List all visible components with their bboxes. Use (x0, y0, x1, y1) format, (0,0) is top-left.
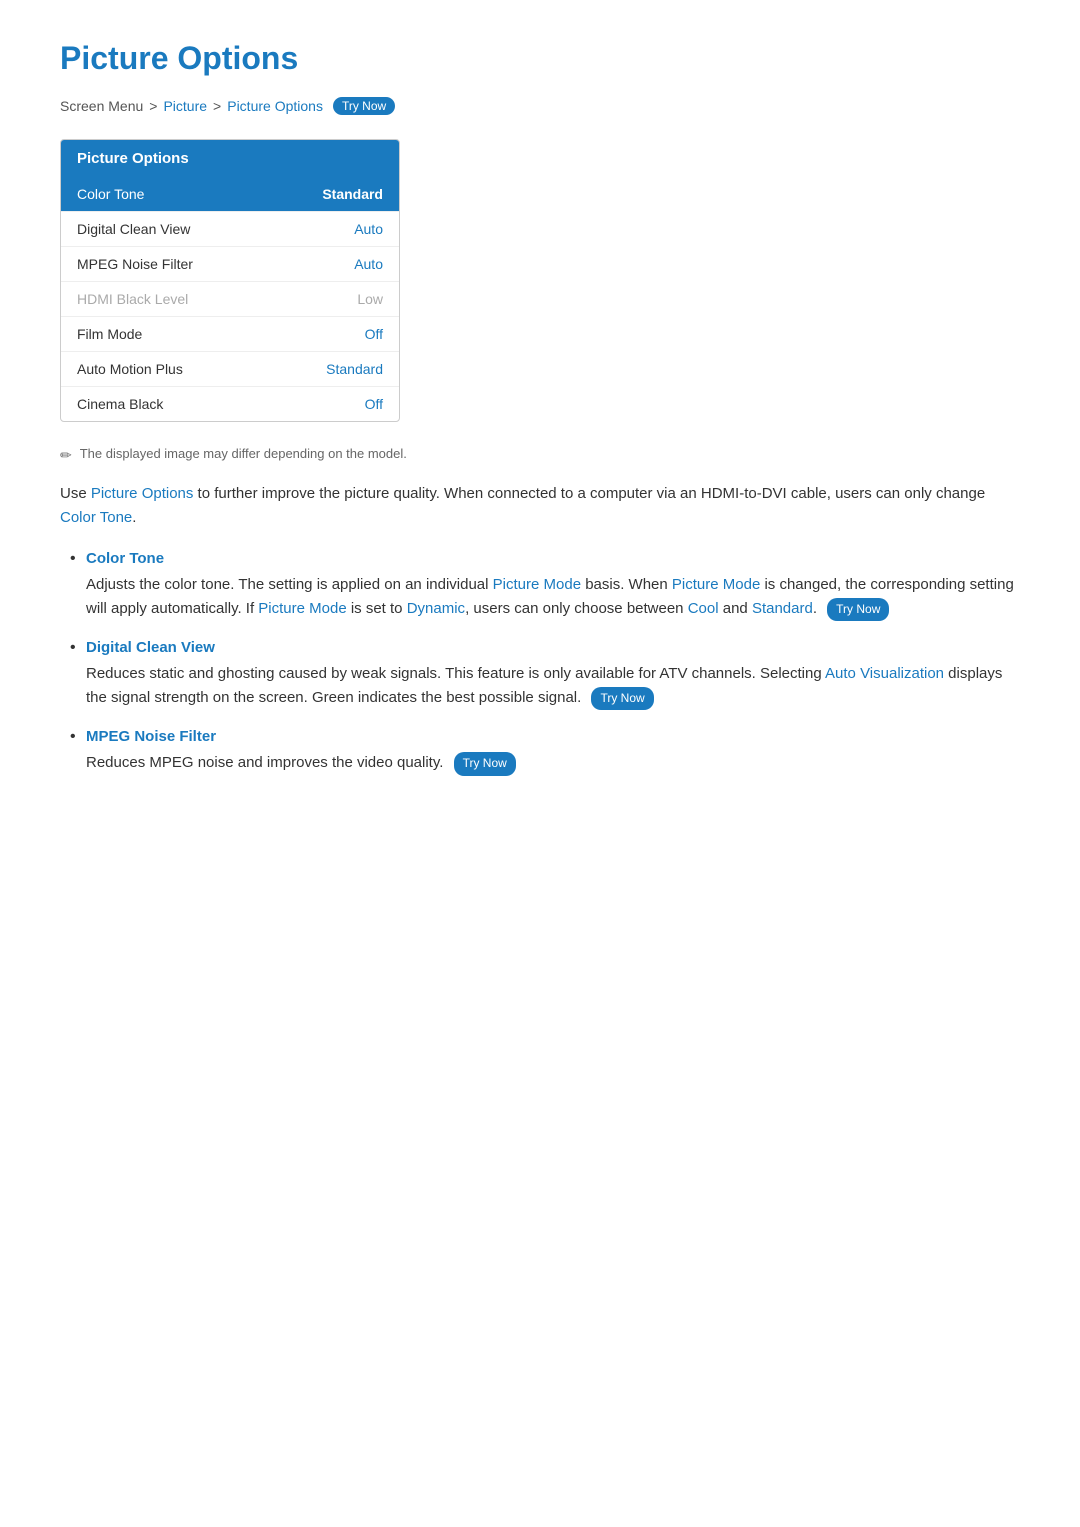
menu-value-auto-motion-plus: Standard (326, 361, 383, 377)
picture-options-menu: Picture Options Color Tone Standard Digi… (60, 139, 400, 422)
link-picture-mode-2[interactable]: Picture Mode (672, 576, 760, 593)
intro-text-1: Use (60, 485, 91, 502)
section-heading-mpeg-noise-filter[interactable]: MPEG Noise Filter (86, 728, 1020, 745)
menu-value-color-tone: Standard (322, 186, 383, 202)
section-text-digital-clean-view: Reduces static and ghosting caused by we… (86, 665, 1002, 706)
try-now-digital-clean-view[interactable]: Try Now (591, 687, 653, 710)
menu-row-mpeg-noise-filter[interactable]: MPEG Noise Filter Auto (61, 247, 399, 282)
menu-value-digital-clean-view: Auto (354, 221, 383, 237)
menu-row-auto-motion-plus[interactable]: Auto Motion Plus Standard (61, 352, 399, 387)
section-text-color-tone: Adjusts the color tone. The setting is a… (86, 576, 1014, 617)
note-text: The displayed image may differ depending… (80, 446, 407, 461)
section-heading-color-tone[interactable]: Color Tone (86, 550, 1020, 567)
menu-row-color-tone[interactable]: Color Tone Standard (61, 177, 399, 212)
breadcrumb-sep-1: > (149, 98, 157, 114)
section-heading-digital-clean-view[interactable]: Digital Clean View (86, 639, 1020, 656)
breadcrumb-sep-2: > (213, 98, 221, 114)
section-mpeg-noise-filter: MPEG Noise Filter Reduces MPEG noise and… (86, 728, 1020, 775)
link-picture-mode-1[interactable]: Picture Mode (493, 576, 581, 593)
menu-value-mpeg-noise-filter: Auto (354, 256, 383, 272)
menu-value-cinema-black: Off (365, 396, 383, 412)
intro-paragraph: Use Picture Options to further improve t… (60, 482, 1020, 530)
menu-header: Picture Options (61, 140, 399, 177)
try-now-color-tone[interactable]: Try Now (827, 598, 889, 621)
intro-link-color-tone[interactable]: Color Tone (60, 509, 132, 526)
intro-text-2: to further improve the picture quality. … (193, 485, 985, 502)
pencil-icon: ✏ (60, 447, 72, 464)
page-title: Picture Options (60, 40, 1020, 77)
section-digital-clean-view: Digital Clean View Reduces static and gh… (86, 639, 1020, 710)
menu-row-cinema-black[interactable]: Cinema Black Off (61, 387, 399, 421)
breadcrumb-screen-menu: Screen Menu (60, 98, 143, 114)
menu-label-color-tone: Color Tone (77, 186, 144, 202)
intro-link-picture-options[interactable]: Picture Options (91, 485, 194, 502)
link-auto-visualization[interactable]: Auto Visualization (825, 665, 944, 682)
note-row: ✏ The displayed image may differ dependi… (60, 446, 1020, 464)
link-dynamic[interactable]: Dynamic (407, 600, 465, 617)
menu-row-hdmi-black-level: HDMI Black Level Low (61, 282, 399, 317)
menu-label-auto-motion-plus: Auto Motion Plus (77, 361, 183, 377)
menu-label-film-mode: Film Mode (77, 326, 142, 342)
link-cool[interactable]: Cool (688, 600, 719, 617)
sections-list: Color Tone Adjusts the color tone. The s… (60, 550, 1020, 776)
link-standard[interactable]: Standard (752, 600, 813, 617)
breadcrumb-picture[interactable]: Picture (163, 98, 207, 114)
intro-text-3: . (132, 509, 136, 526)
menu-label-mpeg-noise-filter: MPEG Noise Filter (77, 256, 193, 272)
section-color-tone: Color Tone Adjusts the color tone. The s… (86, 550, 1020, 621)
menu-value-hdmi-black-level: Low (357, 291, 383, 307)
breadcrumb-try-now[interactable]: Try Now (333, 97, 395, 115)
breadcrumb: Screen Menu > Picture > Picture Options … (60, 97, 1020, 115)
menu-row-film-mode[interactable]: Film Mode Off (61, 317, 399, 352)
link-picture-mode-3[interactable]: Picture Mode (258, 600, 346, 617)
menu-label-hdmi-black-level: HDMI Black Level (77, 291, 188, 307)
section-text-mpeg-noise-filter: Reduces MPEG noise and improves the vide… (86, 754, 516, 771)
try-now-mpeg-noise-filter[interactable]: Try Now (454, 752, 516, 775)
menu-row-digital-clean-view[interactable]: Digital Clean View Auto (61, 212, 399, 247)
menu-value-film-mode: Off (365, 326, 383, 342)
menu-label-cinema-black: Cinema Black (77, 396, 163, 412)
breadcrumb-picture-options[interactable]: Picture Options (227, 98, 323, 114)
menu-label-digital-clean-view: Digital Clean View (77, 221, 190, 237)
